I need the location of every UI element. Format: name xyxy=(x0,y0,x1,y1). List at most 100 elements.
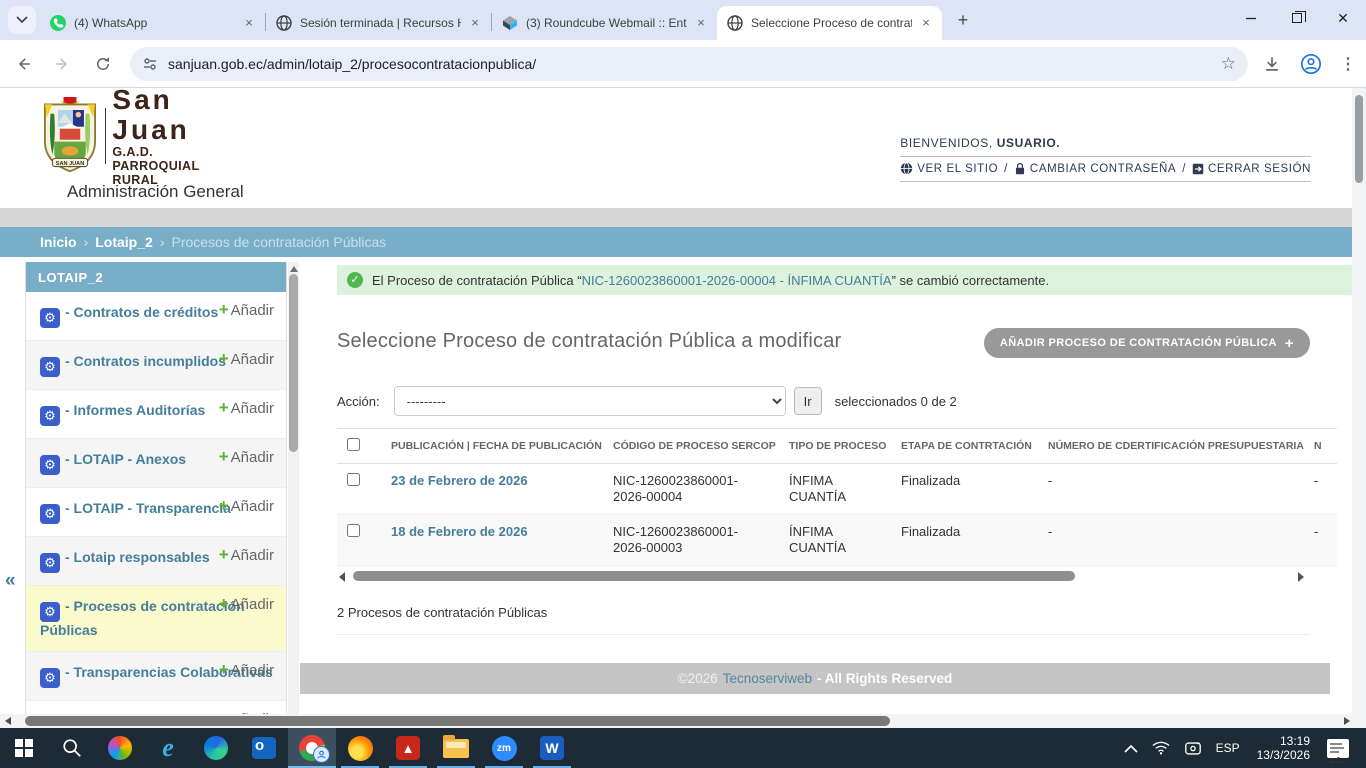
close-button[interactable]: ✕ xyxy=(1320,0,1366,36)
taskbar-internet-explorer[interactable]: e xyxy=(144,728,192,768)
tab-active-seleccione[interactable]: Seleccione Proceso de contrata × xyxy=(717,6,942,40)
page-vertical-scrollbar[interactable] xyxy=(1352,88,1366,714)
horizontal-scrollbar-thumb[interactable] xyxy=(25,716,890,726)
sidebar-section-title[interactable]: LOTAIP_2 xyxy=(26,262,286,292)
browser-menu-icon[interactable]: ⋮ xyxy=(1340,54,1356,74)
table-scrollbar-thumb[interactable] xyxy=(353,571,1075,581)
notification-center-button[interactable]: 4 xyxy=(1320,728,1366,768)
sidebar-item-label[interactable]: - LOTAIP - Transparencia xyxy=(65,500,231,516)
scroll-right-arrow-icon[interactable] xyxy=(1344,717,1350,725)
add-link[interactable]: +Añadir xyxy=(219,449,274,466)
sidebar-item-label[interactable]: - Procesos de contratación Públicas xyxy=(40,598,245,638)
add-link[interactable]: +Añadir xyxy=(219,547,274,564)
site-logo[interactable]: SAN JUAN San Juan G.A.D. PARROQUIAL RURA… xyxy=(37,96,240,176)
add-link[interactable]: +Añadir xyxy=(219,400,274,417)
minimize-button[interactable] xyxy=(1228,0,1274,36)
sidebar-item-transparencias-focalizadas[interactable]: ⚙- Transparencias Focalizadas +Añadir xyxy=(26,701,286,714)
start-button[interactable] xyxy=(0,728,48,768)
column-header-tipo[interactable]: TIPO DE PROCESO xyxy=(779,429,891,464)
new-tab-button[interactable]: + xyxy=(950,8,976,34)
restore-button[interactable] xyxy=(1274,0,1320,36)
breadcrumb-section[interactable]: Lotaip_2 xyxy=(95,234,153,250)
add-link[interactable]: +Añadir xyxy=(219,351,274,368)
sidebar-item-label[interactable]: - Informes Auditorías xyxy=(65,402,205,418)
row-date-link[interactable]: 18 de Febrero de 2026 xyxy=(391,524,528,539)
profile-icon[interactable] xyxy=(1300,53,1322,75)
url-bar[interactable]: sanjuan.gob.ec/admin/lotaip_2/procesocon… xyxy=(130,47,1248,81)
go-button[interactable]: Ir xyxy=(794,387,822,415)
taskbar-word[interactable]: W xyxy=(528,728,576,768)
view-site-link[interactable]: VER EL SITIO xyxy=(900,162,998,175)
sidebar-scrollbar-thumb[interactable] xyxy=(289,274,298,452)
sidebar-item-procesos-contratacion[interactable]: ⚙- Procesos de contratación Públicas +Añ… xyxy=(26,586,286,652)
download-icon[interactable] xyxy=(1262,54,1282,74)
success-object-link[interactable]: NIC-1260023860001-2026-00004 - ÍNFIMA CU… xyxy=(582,273,892,288)
scroll-left-arrow-icon[interactable] xyxy=(339,572,345,582)
sidebar-item-lotaip-anexos[interactable]: ⚙- LOTAIP - Anexos +Añadir xyxy=(26,439,286,488)
add-link[interactable]: +Añadir xyxy=(219,302,274,319)
sidebar-item-lotaip-transparencia[interactable]: ⚙- LOTAIP - Transparencia +Añadir xyxy=(26,488,286,537)
tray-wifi[interactable] xyxy=(1145,728,1177,768)
scroll-left-arrow-icon[interactable] xyxy=(5,717,11,725)
row-date-link[interactable]: 23 de Febrero de 2026 xyxy=(391,473,528,488)
tab-recursos[interactable]: Sesión terminada | Recursos Hu × xyxy=(266,6,491,40)
language-indicator[interactable]: ESP xyxy=(1209,728,1247,768)
footer-brand-link[interactable]: Tecnoserviweb xyxy=(723,671,812,686)
row-checkbox[interactable] xyxy=(347,473,360,486)
sidebar-item-transparencias-colaborativas[interactable]: ⚙- Transparencias Colaborativas +Añadir xyxy=(26,652,286,701)
scroll-up-arrow-icon[interactable] xyxy=(290,266,298,272)
sidebar-item-contratos-creditos[interactable]: ⚙- Contratos de créditos +Añadir xyxy=(26,292,286,341)
url-text[interactable]: sanjuan.gob.ec/admin/lotaip_2/procesocon… xyxy=(168,56,1221,72)
clock[interactable]: 13:19 13/3/2026 xyxy=(1247,734,1320,762)
page-horizontal-scrollbar[interactable] xyxy=(0,714,1366,728)
add-link[interactable]: +Añadir xyxy=(219,596,274,613)
sidebar-item-informes-auditorias[interactable]: ⚙- Informes Auditorías +Añadir xyxy=(26,390,286,439)
tab-whatsapp[interactable]: (4) WhatsApp × xyxy=(40,6,265,40)
taskbar-outlook[interactable] xyxy=(240,728,288,768)
taskbar-firefox[interactable] xyxy=(336,728,384,768)
tab-close-icon[interactable]: × xyxy=(467,15,483,31)
row-checkbox[interactable] xyxy=(347,524,360,537)
taskbar-copilot[interactable] xyxy=(96,728,144,768)
tab-search-button[interactable] xyxy=(8,6,36,34)
reload-button[interactable] xyxy=(86,47,120,81)
logout-link[interactable]: CERRAR SESIÓN xyxy=(1192,163,1311,175)
tray-expand-button[interactable] xyxy=(1117,728,1145,768)
tab-roundcube[interactable]: (3) Roundcube Webmail :: Entra × xyxy=(492,6,717,40)
action-select[interactable]: --------- xyxy=(394,386,786,416)
sidebar-collapse-button[interactable]: « xyxy=(5,570,16,592)
add-proceso-button[interactable]: AÑADIR PROCESO DE CONTRATACIÓN PÚBLICA+ xyxy=(984,328,1310,358)
taskbar-edge[interactable] xyxy=(192,728,240,768)
column-header-publicacion[interactable]: PUBLICACIÓN | FECHA DE PUBLICACIÓN xyxy=(381,429,603,464)
add-link[interactable]: +Añadir xyxy=(219,662,274,679)
tab-close-icon[interactable]: × xyxy=(693,15,709,31)
scroll-right-arrow-icon[interactable] xyxy=(1298,572,1304,582)
forward-button[interactable] xyxy=(46,47,80,81)
bookmark-star-icon[interactable]: ☆ xyxy=(1221,54,1236,74)
column-header-truncated[interactable]: N xyxy=(1304,429,1337,464)
column-header-codigo[interactable]: CÓDIGO DE PROCESO SERCOP xyxy=(603,429,779,464)
sidebar-scrollbar[interactable] xyxy=(288,262,299,714)
select-all-checkbox[interactable] xyxy=(347,438,360,451)
table-horizontal-scrollbar[interactable] xyxy=(337,569,1310,585)
tray-meet-device[interactable] xyxy=(1177,728,1209,768)
sidebar-item-label[interactable]: - Lotaip responsables xyxy=(65,549,210,565)
column-header-etapa[interactable]: ETAPA DE CONTRTACIÓN xyxy=(891,429,1038,464)
taskbar-file-explorer[interactable] xyxy=(432,728,480,768)
taskbar-search-button[interactable] xyxy=(48,728,96,768)
vertical-scrollbar-thumb[interactable] xyxy=(1355,95,1363,183)
sidebar-item-lotaip-responsables[interactable]: ⚙- Lotaip responsables +Añadir xyxy=(26,537,286,586)
sidebar-item-contratos-incumplidos[interactable]: ⚙- Contratos incumplidos +Añadir xyxy=(26,341,286,390)
taskbar-acrobat[interactable]: ▲ xyxy=(384,728,432,768)
add-link[interactable]: +Añadir xyxy=(219,498,274,515)
taskbar-chrome[interactable] xyxy=(288,728,336,768)
back-button[interactable] xyxy=(6,47,40,81)
change-password-link[interactable]: CAMBIAR CONTRASEÑA xyxy=(1014,162,1176,175)
breadcrumb-home[interactable]: Inicio xyxy=(40,234,77,250)
sidebar-item-label[interactable]: - LOTAIP - Anexos xyxy=(65,451,186,467)
column-header-certificacion[interactable]: NÚMERO DE CDERTIFICACIÓN PRESUPUESTARIA xyxy=(1038,429,1304,464)
tab-close-icon[interactable]: × xyxy=(241,15,257,31)
tab-close-icon[interactable]: × xyxy=(918,15,934,31)
sidebar-item-label[interactable]: - Contratos incumplidos xyxy=(65,353,226,369)
taskbar-zoom[interactable]: zm xyxy=(480,728,528,768)
